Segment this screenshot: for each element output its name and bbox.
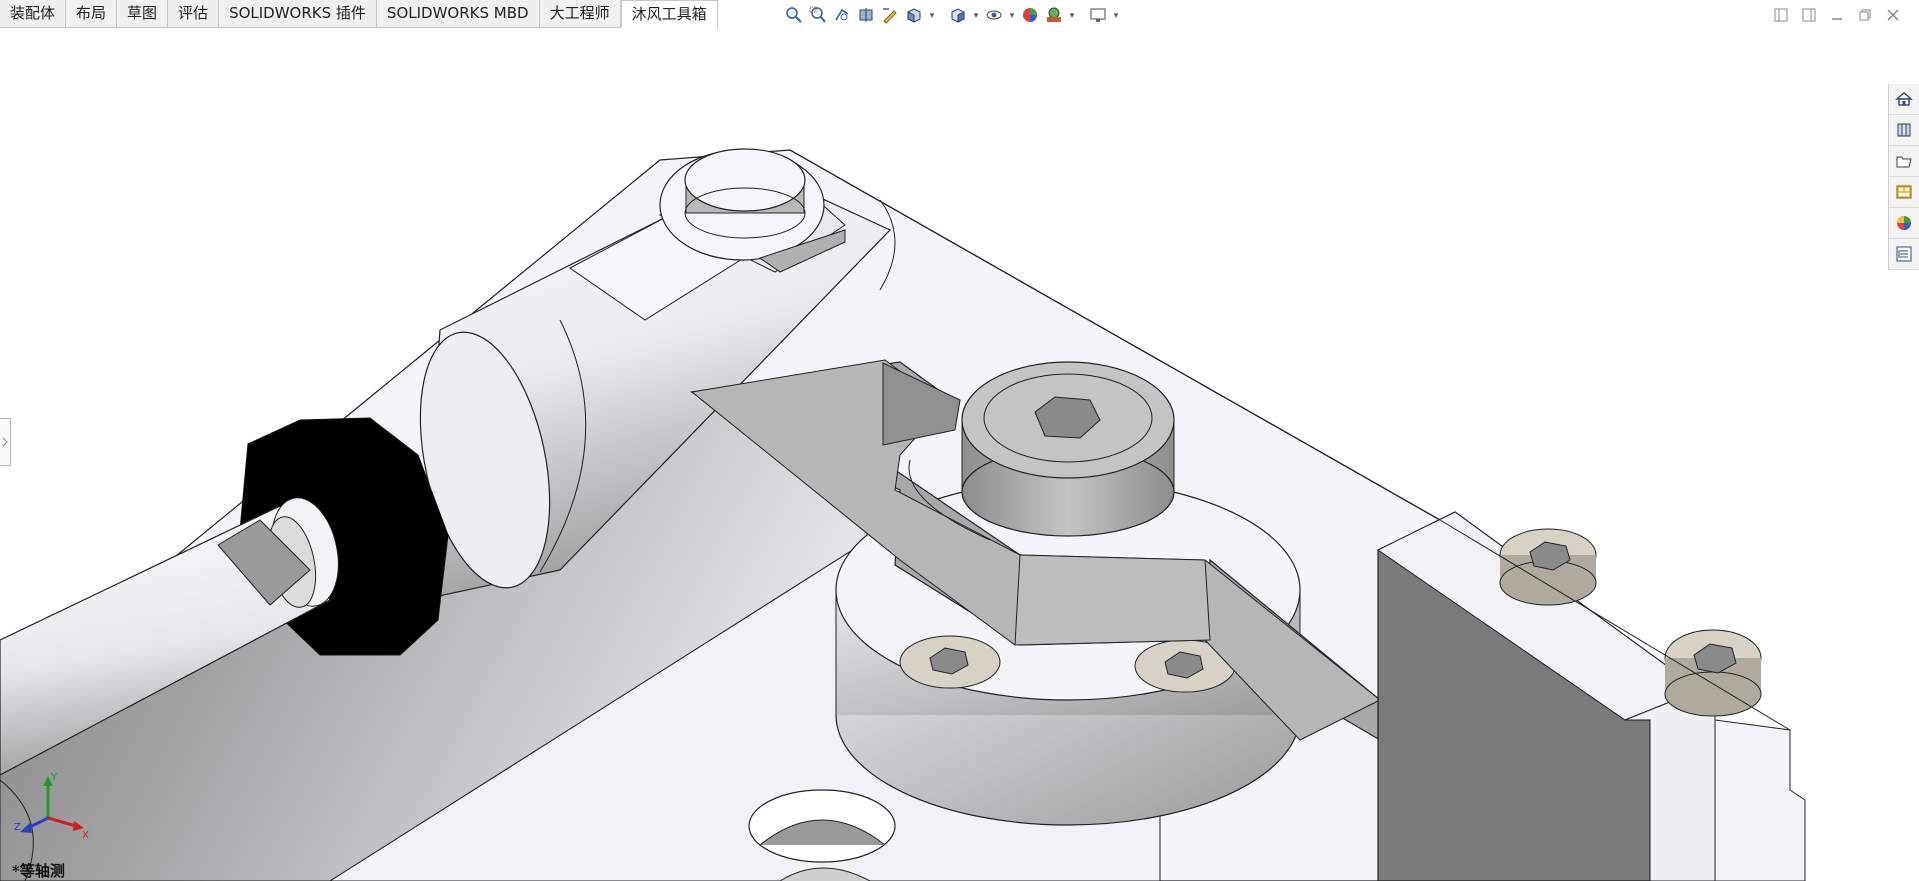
display-style-icon[interactable] <box>947 4 969 26</box>
custom-properties-icon[interactable] <box>1889 239 1919 270</box>
view-settings-dropdown[interactable]: ▾ <box>1111 4 1121 26</box>
display-style-dropdown[interactable]: ▾ <box>971 4 981 26</box>
design-library-icon[interactable] <box>1889 115 1919 146</box>
triad-y-label: Y <box>50 772 58 783</box>
pin-top <box>684 148 806 212</box>
minimize-icon[interactable] <box>1827 6 1847 24</box>
hide-show-items-icon[interactable] <box>983 4 1005 26</box>
command-manager-tabs: 装配体 布局 草图 评估 SOLIDWORKS 插件 SOLIDWORKS MB… <box>0 0 718 28</box>
reference-triad: Y X Z <box>14 772 89 840</box>
view-settings-icon[interactable] <box>1087 4 1109 26</box>
document-window-controls <box>1771 6 1903 24</box>
edit-appearance-icon[interactable] <box>1019 4 1041 26</box>
hide-show-items-dropdown[interactable]: ▾ <box>1007 4 1017 26</box>
tile-right-icon[interactable] <box>1799 6 1819 24</box>
heads-up-view-toolbar: ▾ ▾ ▾ ▾ ▾ <box>783 3 1121 27</box>
task-pane-tabs <box>1888 84 1919 270</box>
restore-icon[interactable] <box>1855 6 1875 24</box>
tab-evaluate[interactable]: 评估 <box>168 0 220 28</box>
tab-solidworks-mbd[interactable]: SOLIDWORKS MBD <box>376 0 540 28</box>
tab-assembly[interactable]: 装配体 <box>0 0 67 28</box>
apply-scene-icon[interactable] <box>1043 4 1065 26</box>
zoom-to-area-icon[interactable] <box>807 4 829 26</box>
tab-solidworks-addins[interactable]: SOLIDWORKS 插件 <box>219 0 377 28</box>
previous-view-icon[interactable] <box>831 4 853 26</box>
apply-scene-dropdown[interactable]: ▾ <box>1067 4 1077 26</box>
triad-z-label: Z <box>14 822 21 833</box>
file-explorer-icon[interactable] <box>1889 146 1919 177</box>
tab-mufeng-toolbox[interactable]: 沐风工具箱 <box>620 0 718 28</box>
appearances-icon[interactable] <box>1889 208 1919 239</box>
view-orientation-dropdown[interactable]: ▾ <box>927 4 937 26</box>
home-icon[interactable] <box>1889 84 1919 115</box>
triad-x-label: X <box>82 830 89 840</box>
tab-sketch[interactable]: 草图 <box>117 0 169 28</box>
view-palette-icon[interactable] <box>1889 177 1919 208</box>
section-view-icon[interactable] <box>855 4 877 26</box>
view-orientation-label: *等轴测 <box>12 862 65 880</box>
tab-layout[interactable]: 布局 <box>66 0 118 28</box>
close-icon[interactable] <box>1883 6 1903 24</box>
tab-da-gongchengshi[interactable]: 大工程师 <box>539 0 621 28</box>
solidworks-window: 装配体 布局 草图 评估 SOLIDWORKS 插件 SOLIDWORKS MB… <box>0 0 1919 881</box>
graphics-area[interactable] <box>0 0 1919 881</box>
tile-left-icon[interactable] <box>1771 6 1791 24</box>
feature-manager-flyout-handle[interactable] <box>0 418 11 466</box>
dynamic-annotation-icon[interactable] <box>879 4 901 26</box>
view-orientation-icon[interactable] <box>903 4 925 26</box>
zoom-to-fit-icon[interactable] <box>783 4 805 26</box>
